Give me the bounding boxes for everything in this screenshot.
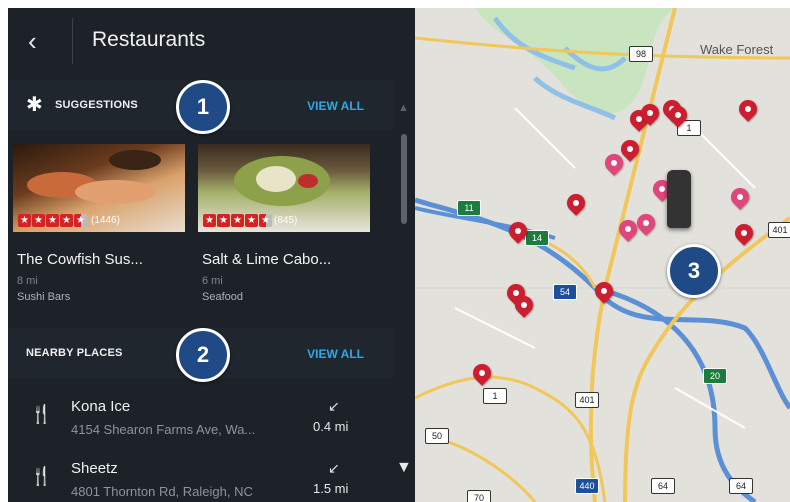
restaurant-category: Sushi Bars (17, 291, 71, 303)
list-item[interactable]: 🍴 Sheetz 4801 Thornton Rd, Raleigh, NC ↙… (8, 454, 394, 502)
route-shield: 54 (553, 284, 577, 300)
restaurant-category: Seafood (202, 291, 243, 303)
direction-arrow-icon: ↙ (328, 460, 340, 476)
scrollbar[interactable]: ▲ ▼ (394, 74, 415, 502)
place-distance: 1.5 mi (313, 481, 349, 496)
map-roads (415, 8, 790, 502)
restaurant-distance: 8 mi (17, 275, 38, 287)
restaurant-name: Salt & Lime Cabo... (202, 251, 332, 268)
review-count: (1446) (91, 215, 120, 226)
place-distance: 0.4 mi (313, 419, 349, 434)
restaurant-photo: ★ ★ ★ ★ ★ (1446) (13, 144, 185, 232)
callout-badge-2: 2 (176, 328, 230, 382)
place-address: 4801 Thornton Rd, Raleigh, NC (71, 484, 253, 499)
suggestions-title: SUGGESTIONS (55, 99, 138, 111)
route-shield: 401 (768, 222, 790, 238)
callout-badge-3: 3 (667, 244, 721, 298)
place-address: 4154 Shearon Farms Ave, Wa... (71, 422, 256, 437)
route-shield: 14 (525, 230, 549, 246)
header-divider (72, 18, 73, 64)
nearby-view-all-button[interactable]: VIEW ALL (307, 347, 364, 361)
fork-knife-icon: 🍴 (30, 404, 53, 424)
route-shield: 20 (703, 368, 727, 384)
fork-knife-icon: 🍴 (30, 466, 53, 486)
star-rating: ★ ★ ★ ★ ★ (203, 214, 272, 228)
route-shield: 70 (467, 490, 491, 502)
route-shield: 11 (457, 200, 481, 216)
yelp-burst-icon: ✱ (26, 94, 43, 116)
restaurant-name: The Cowfish Sus... (17, 251, 143, 268)
star-rating: ★ ★ ★ ★ ★ (18, 214, 87, 228)
chevron-left-icon: ‹ (28, 26, 37, 56)
vehicle-location-icon (667, 170, 691, 228)
suggestion-card[interactable]: ★ ★ ★ ★ ★ (845) Salt & Lime Cabo... 6 mi Sea… (198, 144, 370, 316)
restaurant-photo: ★ ★ ★ ★ ★ (845) (198, 144, 370, 232)
callout-badge-1: 1 (176, 80, 230, 134)
panel-header: ‹ Restaurants (8, 8, 415, 74)
scrollbar-thumb[interactable] (401, 134, 407, 224)
route-shield: 64 (729, 478, 753, 494)
direction-arrow-icon: ↙ (328, 398, 340, 414)
suggestion-cards: ★ ★ ★ ★ ★ (1446) The Cowfish Sus... 8 mi Sus… (8, 144, 394, 320)
map-view[interactable]: Wake Forest 98 1 11 401 54 14 401 1 20 5… (415, 8, 790, 502)
route-shield: 401 (575, 392, 599, 408)
list-item[interactable]: 🍴 Kona Ice 4154 Shearon Farms Ave, Wa...… (8, 392, 394, 454)
scroll-down-icon[interactable]: ▼ (396, 459, 412, 477)
suggestions-view-all-button[interactable]: VIEW ALL (307, 99, 364, 113)
review-count: (845) (274, 215, 298, 226)
suggestion-card[interactable]: ★ ★ ★ ★ ★ (1446) The Cowfish Sus... 8 mi Sus… (13, 144, 185, 316)
nearby-title: NEARBY PLACES (26, 347, 123, 359)
route-shield: 440 (575, 478, 599, 494)
map-place-label: Wake Forest (700, 42, 774, 57)
app-root: ‹ Restaurants ✱ SUGGESTIONS VIEW ALL 1 ★… (8, 8, 790, 502)
back-button[interactable]: ‹ (28, 24, 58, 58)
route-shield: 98 (629, 46, 653, 62)
route-shield: 64 (651, 478, 675, 494)
place-name: Sheetz (71, 460, 118, 477)
restaurant-distance: 6 mi (202, 275, 223, 287)
route-shield: 50 (425, 428, 449, 444)
route-shield: 1 (483, 388, 507, 404)
restaurants-panel: ‹ Restaurants ✱ SUGGESTIONS VIEW ALL 1 ★… (8, 8, 415, 502)
scroll-up-icon[interactable]: ▲ (398, 102, 409, 114)
page-title: Restaurants (92, 28, 206, 51)
place-name: Kona Ice (71, 398, 131, 415)
